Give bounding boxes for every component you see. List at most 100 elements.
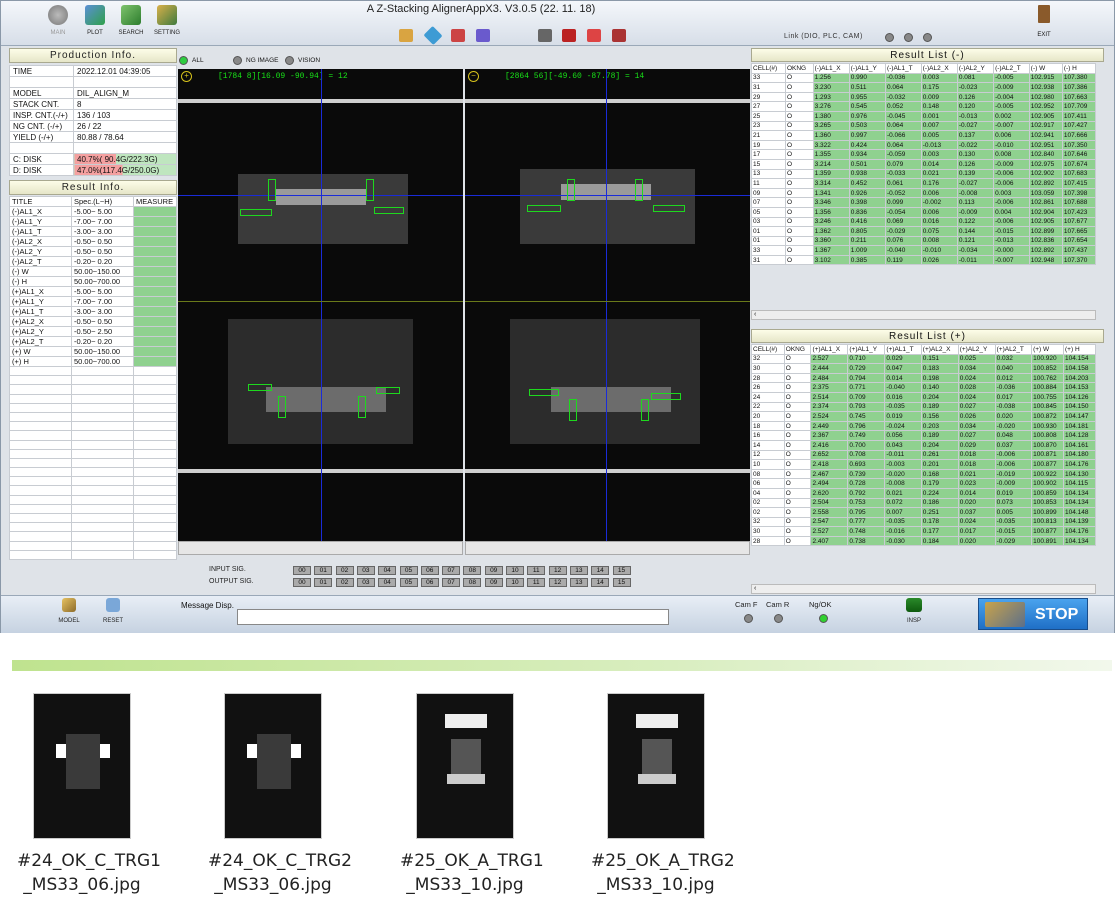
result-row[interactable]: 20 O 2.524 0.745 0.019 0.156 0.026 0.020 100.872… xyxy=(751,411,1096,422)
result-row[interactable]: 30 O 2.527 0.748 -0.016 0.177 0.017 -0.015 100.8… xyxy=(751,526,1096,537)
result-row[interactable]: 04 O 2.620 0.792 0.021 0.224 0.014 0.019 100.859… xyxy=(751,487,1096,499)
result-row[interactable]: 08 O 2.467 0.739 -0.020 0.168 0.021 -0.019 100.9… xyxy=(751,468,1096,480)
result-row[interactable]: 12 O 2.652 0.708 -0.011 0.261 0.018 -0.006 100.8… xyxy=(751,449,1096,461)
result-list-plus[interactable]: CELL(#) OKNG (+)AL1_X (+)AL1_Y (+)AL1_T (+)AL… xyxy=(751,344,1104,584)
result-row[interactable]: 07 O 3.346 0.398 0.099 -0.002 0.113 -0.006 102.8… xyxy=(751,197,1097,208)
result-row[interactable]: 02 O 2.558 0.795 0.007 0.251 0.037 0.005 100.899… xyxy=(751,507,1096,518)
thumbnail-file[interactable]: #25_OK_A_TRG2 _MS33_10.jpg xyxy=(591,693,735,897)
result-row[interactable]: 27 O 3.276 0.545 0.052 0.148 0.120 -0.005 102.95… xyxy=(751,101,1097,112)
result-cell: 0.934 xyxy=(848,149,886,160)
input-signal-06: 06 xyxy=(420,566,439,575)
result-cell: -0.006 xyxy=(993,168,1030,180)
production-value xyxy=(73,142,177,154)
result-info-table: TITLE Spec.(L~H) MEASURE (-)AL1_X -5.00~ … xyxy=(9,196,177,560)
setting-button[interactable]: SETTING xyxy=(147,3,187,44)
result-row[interactable]: 28 O 2.407 0.738 -0.030 0.184 0.020 -0.029 100.8… xyxy=(751,535,1096,547)
result-row[interactable]: 33 O 1.256 0.990 -0.036 0.003 0.081 -0.005 102.9… xyxy=(751,72,1097,84)
crosshair-horizontal xyxy=(465,195,750,196)
model-button[interactable]: MODEL xyxy=(49,596,89,637)
spec-empty-cell xyxy=(133,448,177,459)
result-row[interactable]: 19 O 3.322 0.424 0.064 -0.013 -0.022 -0.010 102.… xyxy=(751,139,1097,151)
result-row[interactable]: 10 O 2.418 0.693 -0.003 0.201 0.018 -0.006 100.8… xyxy=(751,459,1096,470)
search-button[interactable]: SEARCH xyxy=(111,3,151,44)
camera-view-plus[interactable]: + [1784 8][16.09 -90.94] = 12 xyxy=(178,69,463,541)
camera-view-minus[interactable]: − [2864 56][-49.60 -87.78] = 14 xyxy=(465,69,750,541)
result-cell: -0.000 xyxy=(993,245,1030,256)
tab-all[interactable]: ALL xyxy=(178,54,204,67)
result-list-minus[interactable]: CELL(#) OKNG (-)AL1_X (-)AL1_Y (-)AL1_T (-)AL… xyxy=(751,63,1104,310)
camera-minus-scrollbar[interactable] xyxy=(465,541,750,555)
result-row[interactable]: 02 O 2.504 0.753 0.072 0.186 0.020 0.073 100.853… xyxy=(751,497,1096,509)
result-row[interactable]: 16 O 2.367 0.749 0.056 0.189 0.027 0.048 100.808… xyxy=(751,430,1096,441)
production-row: TIME 2022.12.01 04:39:05 xyxy=(9,65,177,77)
result-cell: O xyxy=(784,235,814,247)
result-cell: O xyxy=(784,178,814,189)
result-cell: 0.004 xyxy=(993,206,1030,218)
result-cell: 3.360 xyxy=(812,235,850,247)
exit-button[interactable]: EXIT xyxy=(1024,3,1064,44)
result-row[interactable]: 30 O 2.444 0.729 0.047 0.183 0.034 0.040 100.852… xyxy=(751,363,1096,374)
plot-button[interactable]: PLOT xyxy=(75,3,115,44)
result-row[interactable]: 15 O 3.214 0.501 0.079 0.014 0.126 -0.009 102.97… xyxy=(751,158,1097,170)
window-icon[interactable] xyxy=(538,29,552,42)
result-row[interactable]: 28 O 2.484 0.794 0.014 0.198 0.024 0.012 100.762… xyxy=(751,372,1096,384)
result-row[interactable]: 31 O 3.230 0.511 0.064 0.175 -0.023 -0.009 102.9… xyxy=(751,82,1097,93)
spec-range: 50.00~700.00 xyxy=(71,356,134,367)
result-cell: 102.948 xyxy=(1028,254,1063,266)
result-row[interactable]: 06 O 2.494 0.728 -0.008 0.179 0.023 -0.009 100.9… xyxy=(751,478,1096,489)
result-row[interactable]: 31 O 3.102 0.385 0.119 0.026 -0.011 -0.007 102.9… xyxy=(751,254,1097,266)
result-cell: -0.011 xyxy=(884,449,922,461)
result-row[interactable]: 13 O 1.359 0.938 -0.033 0.021 0.139 -0.006 102.9… xyxy=(751,168,1097,180)
folder-icon[interactable] xyxy=(399,29,413,42)
result-row[interactable]: 23 O 3.265 0.503 0.064 0.007 -0.027 -0.007 102.9… xyxy=(751,120,1097,132)
tab-vision[interactable]: VISION xyxy=(284,54,320,67)
insp-button[interactable]: INSP xyxy=(894,596,934,637)
result-cell: 19 xyxy=(751,139,786,151)
spec-range: -3.00~ 3.00 xyxy=(71,306,134,317)
result-cell: 107.350 xyxy=(1061,139,1097,151)
result-row[interactable]: 01 O 3.360 0.211 0.076 0.008 0.121 -0.013 102.83… xyxy=(751,235,1097,247)
result-row[interactable]: 01 O 1.362 0.805 -0.029 0.075 0.144 -0.015 102.8… xyxy=(751,226,1097,237)
result-row[interactable]: 21 O 1.360 0.997 -0.066 0.005 0.137 0.006 102.94… xyxy=(751,130,1097,141)
result-row[interactable]: 05 O 1.356 0.836 -0.054 0.006 -0.009 0.004 102.9… xyxy=(751,206,1097,218)
output-signal-11: 11 xyxy=(527,578,546,587)
result-cell: -0.005 xyxy=(993,101,1030,112)
result-row[interactable]: 03 O 3.246 0.416 0.069 0.016 0.122 -0.006 102.90… xyxy=(751,216,1097,228)
thumbnail-file[interactable]: #24_OK_C_TRG1 _MS33_06.jpg xyxy=(17,693,161,897)
result-row[interactable]: 33 O 1.367 1.009 -0.040 -0.010 -0.034 -0.000 102… xyxy=(751,245,1097,256)
result-cell: 3.246 xyxy=(812,216,850,228)
diamond-icon[interactable] xyxy=(423,25,443,46)
result-row[interactable]: 17 O 1.355 0.934 -0.059 0.003 0.130 0.008 102.84… xyxy=(751,149,1097,160)
result-row[interactable]: 32 O 2.547 0.777 -0.035 0.178 0.024 -0.035 100.8… xyxy=(751,516,1096,528)
result-row[interactable]: 24 O 2.514 0.709 0.016 0.204 0.024 0.017 100.755… xyxy=(751,391,1096,403)
result-row[interactable]: 29 O 1.293 0.955 -0.032 0.009 0.126 -0.004 102.9… xyxy=(751,91,1097,103)
stop-button[interactable]: STOP xyxy=(978,598,1088,630)
result-minus-hscroll[interactable]: ‹ xyxy=(751,310,1096,320)
result-cell: 0.079 xyxy=(884,158,922,170)
thumbnail-file[interactable]: #24_OK_C_TRG2 _MS33_06.jpg xyxy=(208,693,352,897)
io-icon[interactable] xyxy=(451,29,465,42)
result-row[interactable]: 14 O 2.416 0.700 0.043 0.204 0.029 0.037 100.870… xyxy=(751,439,1096,451)
result-row[interactable]: 09 O 1.341 0.926 -0.052 0.006 -0.008 0.003 103.0… xyxy=(751,187,1097,199)
spec-empty-cell xyxy=(71,549,134,560)
capture-icon[interactable] xyxy=(562,29,576,42)
result-row[interactable]: 25 O 1.380 0.976 -0.045 0.001 -0.013 0.002 102.9… xyxy=(751,110,1097,122)
result-cell: 2.374 xyxy=(810,401,849,413)
result-row[interactable]: 26 O 2.375 0.771 -0.040 0.140 0.028 -0.036 100.8… xyxy=(751,382,1096,393)
spec-empty-cell xyxy=(71,384,134,395)
result-row[interactable]: 18 O 2.449 0.796 -0.024 0.203 0.034 -0.020 100.9… xyxy=(751,420,1096,432)
stop-record-icon[interactable] xyxy=(612,29,626,42)
thumbnail-file[interactable]: #25_OK_A_TRG1 _MS33_10.jpg xyxy=(400,693,544,897)
camera-plus-scrollbar[interactable] xyxy=(178,541,463,555)
result-plus-hscroll[interactable]: ‹ xyxy=(751,584,1096,594)
tab-ng-image[interactable]: NG IMAGE xyxy=(232,54,279,67)
chip-icon[interactable] xyxy=(476,29,490,42)
thumbnail-name-line1: #25_OK_A_TRG1 xyxy=(400,851,544,871)
record-icon[interactable] xyxy=(587,29,601,42)
reset-button[interactable]: RESET xyxy=(93,596,133,637)
result-row[interactable]: 32 O 2.527 0.710 0.029 0.151 0.025 0.032 100.920… xyxy=(751,353,1096,365)
result-row[interactable]: 11 O 3.314 0.452 0.061 0.176 -0.027 -0.006 102.8… xyxy=(751,178,1097,189)
result-row[interactable]: 22 O 2.374 0.793 -0.035 0.189 0.027 -0.038 100.8… xyxy=(751,401,1096,413)
result-cell: 107.386 xyxy=(1061,82,1097,93)
main-button[interactable]: MAIN xyxy=(38,3,78,44)
